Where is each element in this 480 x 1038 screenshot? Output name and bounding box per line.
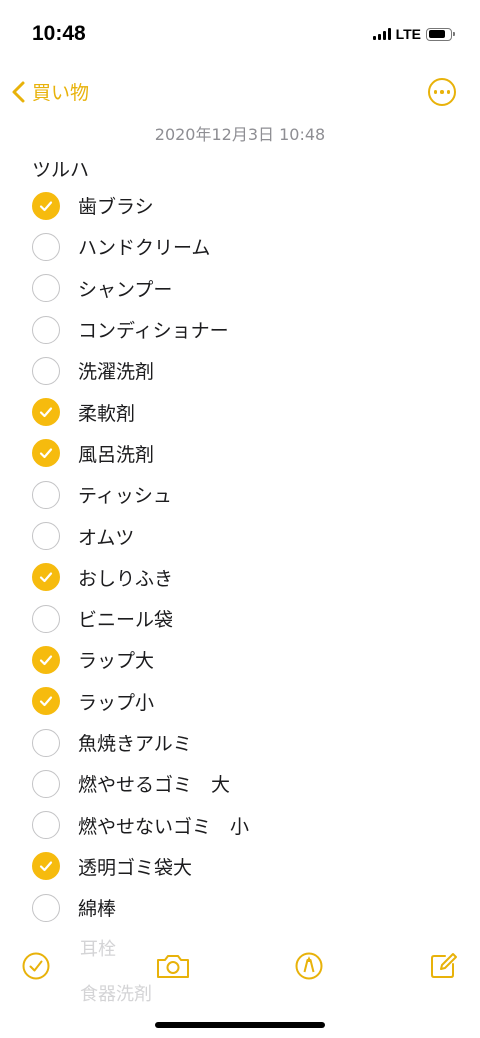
checklist-item-label[interactable]: 歯ブラシ: [78, 192, 154, 219]
checklist-item: コンディショナー: [0, 309, 480, 350]
checkmark-icon: [39, 655, 53, 666]
checked-checkbox[interactable]: [32, 852, 60, 881]
checked-checkbox[interactable]: [32, 687, 60, 716]
checklist-item-label[interactable]: ラップ大: [78, 646, 154, 673]
checkmark-icon: [39, 696, 53, 707]
checkmark-icon: [39, 861, 53, 872]
battery-level: [428, 30, 446, 38]
checklist-item-label[interactable]: 魚焼きアルミ: [78, 729, 192, 756]
checklist-item-label[interactable]: 柔軟剤: [78, 399, 135, 426]
checked-checkbox[interactable]: [32, 439, 60, 468]
checklist-item-label[interactable]: シャンプー: [78, 275, 172, 302]
ellipsis-icon: [433, 90, 438, 94]
markup-button[interactable]: [293, 950, 325, 982]
unchecked-checkbox[interactable]: [32, 480, 60, 509]
cellular-signal-icon: [372, 28, 391, 40]
checklist-item-label[interactable]: おしりふき: [78, 564, 173, 591]
checklist-icon: [22, 952, 50, 980]
bottom-toolbar: [0, 946, 480, 990]
checklist-item-label[interactable]: 透明ゴミ袋大: [78, 853, 192, 880]
compose-button[interactable]: [427, 950, 459, 982]
checklist-item-label[interactable]: ラップ小: [78, 688, 154, 715]
nav-bar: 買い物: [0, 74, 480, 114]
checkmark-icon: [39, 448, 53, 459]
checked-checkbox[interactable]: [32, 398, 60, 427]
camera-icon: [157, 955, 189, 978]
checklist-item: 燃やせるゴミ 大: [0, 763, 480, 804]
unchecked-checkbox[interactable]: [32, 274, 60, 303]
camera-button[interactable]: [155, 950, 191, 982]
status-time: 10:48: [32, 22, 86, 45]
checklist-item-label[interactable]: 風呂洗剤: [78, 440, 154, 467]
checklist-item-label[interactable]: 洗濯洗剤: [78, 357, 154, 384]
checklist-item: ティッシュ: [0, 474, 480, 515]
note-title[interactable]: ツルハ: [32, 155, 89, 182]
status-bar: 10:48 LTE: [0, 0, 480, 70]
compose-icon: [431, 953, 457, 978]
status-indicators: LTE: [372, 26, 455, 42]
checked-checkbox[interactable]: [32, 191, 60, 220]
unchecked-checkbox[interactable]: [32, 893, 60, 922]
checklist-item: ラップ小: [0, 681, 480, 722]
checklist-item: 燃やせないゴミ 小: [0, 804, 480, 845]
checklist-item-label[interactable]: オムツ: [78, 523, 134, 550]
back-button[interactable]: 買い物: [10, 78, 89, 105]
checklist-item-label[interactable]: 綿棒: [78, 894, 116, 921]
checklist-item: 風呂洗剤: [0, 433, 480, 474]
checklist-item: おしりふき: [0, 557, 480, 598]
unchecked-checkbox[interactable]: [32, 522, 60, 551]
checkmark-icon: [39, 407, 53, 418]
unchecked-checkbox[interactable]: [32, 356, 60, 385]
checklist-item-label[interactable]: 燃やせないゴミ 小: [78, 812, 249, 839]
checklist-item: 透明ゴミ袋大: [0, 846, 480, 887]
back-button-label: 買い物: [32, 82, 90, 104]
checklist: 歯ブラシハンドクリーム シャンプーコンディショナー 洗濯洗剤柔軟剤風呂洗剤ティッシュ…: [0, 185, 480, 928]
unchecked-checkbox[interactable]: [32, 769, 60, 798]
checklist-item: ラップ大: [0, 639, 480, 680]
checklist-item: ビニール袋: [0, 598, 480, 639]
network-type: LTE: [395, 26, 421, 42]
checklist-button[interactable]: [20, 950, 52, 982]
chevron-left-icon: [12, 81, 25, 102]
unchecked-checkbox[interactable]: [32, 728, 60, 757]
unchecked-checkbox[interactable]: [32, 232, 60, 261]
checked-checkbox[interactable]: [32, 645, 60, 674]
checklist-item-label[interactable]: コンディショナー: [78, 316, 229, 343]
checklist-item: 洗濯洗剤: [0, 350, 480, 391]
checklist-item-label[interactable]: ビニール袋: [78, 605, 173, 632]
checked-checkbox[interactable]: [32, 563, 60, 592]
checklist-item-label[interactable]: 燃やせるゴミ 大: [78, 770, 230, 797]
checklist-item-label[interactable]: ハンドクリーム: [78, 233, 210, 260]
note-date: 2020年12月3日 10:48: [154, 125, 326, 144]
unchecked-checkbox[interactable]: [32, 604, 60, 633]
checklist-item: 歯ブラシ: [0, 185, 480, 226]
unchecked-checkbox[interactable]: [32, 315, 60, 344]
checkmark-icon: [39, 201, 53, 211]
checkmark-icon: [39, 572, 53, 583]
unchecked-checkbox[interactable]: [32, 811, 60, 840]
markup-icon: [295, 952, 323, 980]
checklist-item: オムツ: [0, 515, 480, 556]
more-options-button[interactable]: [428, 78, 456, 106]
battery-icon: [426, 27, 455, 41]
checklist-item: シャンプー: [0, 268, 480, 309]
checklist-item: ハンドクリーム: [0, 226, 480, 267]
checklist-item: 綿棒: [0, 887, 480, 928]
checklist-item-label[interactable]: ティッシュ: [78, 481, 172, 508]
home-indicator[interactable]: [155, 1022, 325, 1028]
checklist-item: 柔軟剤: [0, 391, 480, 432]
checklist-item: 魚焼きアルミ: [0, 722, 480, 763]
